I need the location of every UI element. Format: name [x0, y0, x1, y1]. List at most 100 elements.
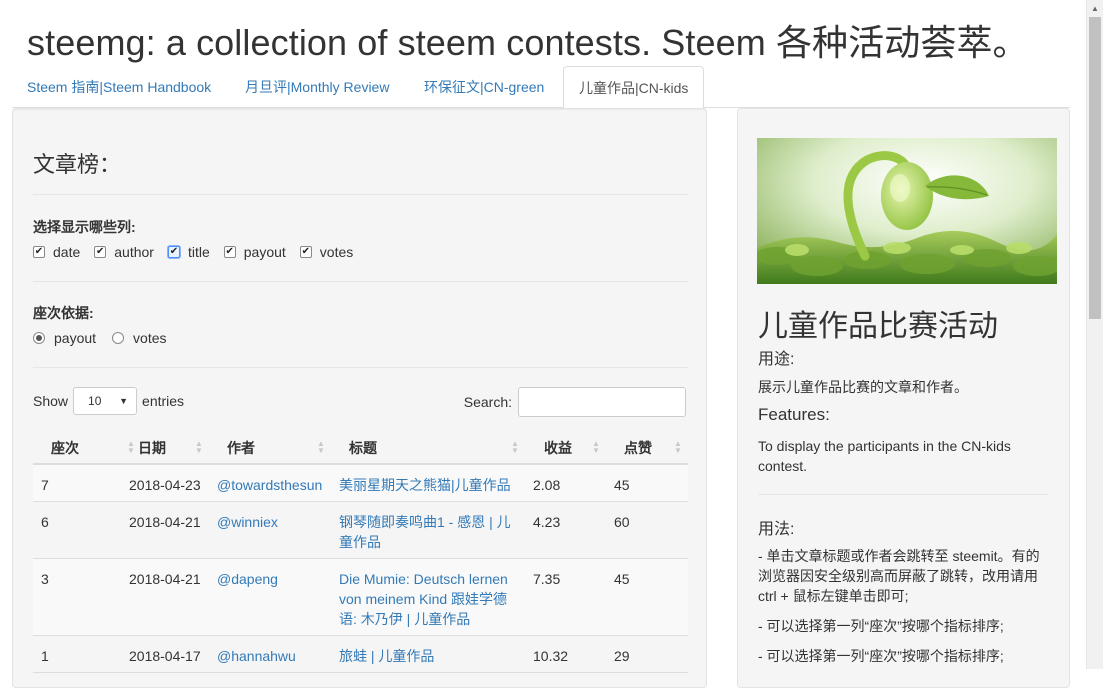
author-link[interactable]: @hannahwu — [217, 646, 296, 666]
cell-votes: 45 — [614, 477, 630, 493]
sort-icon: ▲ ▼ — [674, 439, 682, 455]
tab-cn-kids[interactable]: 儿童作品|CN-kids — [563, 66, 705, 109]
columns-label: 选择显示哪些列: — [33, 219, 136, 235]
entries-select[interactable]: 10 ▼ — [73, 387, 138, 415]
tab-steem-handbook[interactable]: Steem 指南|Steem Handbook — [12, 66, 226, 108]
features-text: To display the participants in the CN-ki… — [758, 438, 1011, 474]
usage-item: - 可以选择第一列“座次”按哪个指标排序; — [758, 618, 1004, 634]
features-label: Features: — [758, 405, 830, 424]
cell-payout: 4.23 — [533, 514, 561, 530]
column-header-payout[interactable]: 收益 — [544, 431, 572, 465]
scroll-up-icon[interactable]: ▲ — [1087, 0, 1103, 17]
cell-votes: 45 — [614, 571, 630, 587]
cell-votes: 60 — [614, 514, 630, 530]
radio-payout[interactable]: payout — [33, 330, 96, 346]
author-link[interactable]: @dapeng — [217, 569, 278, 589]
cell-date: 2018-04-17 — [129, 648, 201, 664]
scrollbar-thumb[interactable] — [1089, 17, 1101, 319]
checkbox-title[interactable]: ✔ title — [167, 244, 210, 260]
ranking-panel: 文章榜： 选择显示哪些列: ✔ date ✔ author ✔ title ✔ payo… — [12, 108, 707, 688]
checkbox-label: author — [114, 244, 154, 260]
entries-length-control: Show 10 ▼ entries — [33, 387, 184, 415]
sort-icon: ▲ ▼ — [317, 439, 325, 455]
cell-votes: 29 — [614, 648, 630, 664]
table-row: 7 2018-04-23 @towardsthesun 美丽星期天之熊猫|儿童作… — [33, 465, 688, 502]
purpose-text: 展示儿童作品比赛的文章和作者。 — [758, 379, 968, 395]
checkbox-icon[interactable]: ✔ — [94, 246, 107, 258]
search-input[interactable] — [518, 387, 686, 417]
checkbox-label: votes — [319, 244, 354, 260]
column-header-votes[interactable]: 点赞 — [624, 431, 652, 465]
checkbox-icon[interactable]: ✔ — [33, 246, 45, 258]
column-header-rank[interactable]: 座次 — [51, 431, 79, 465]
title-link[interactable]: 钢琴随即奏鸣曲1 - 感恩 | 儿童作品 — [339, 512, 517, 552]
show-label: Show — [33, 393, 69, 409]
checkbox-payout[interactable]: ✔ payout — [223, 244, 286, 260]
radio-votes[interactable]: votes — [112, 330, 167, 346]
section-title: 文章榜： — [33, 152, 122, 177]
checkbox-votes[interactable]: ✔ votes — [299, 244, 354, 260]
tab-monthly-review[interactable]: 月旦评|Monthly Review — [230, 66, 404, 108]
cell-rank: 1 — [41, 648, 49, 664]
cell-payout: 2.08 — [533, 477, 561, 493]
checkbox-icon[interactable]: ✔ — [299, 246, 312, 258]
checkbox-author[interactable]: ✔ author — [94, 244, 154, 260]
title-link[interactable]: 美丽星期天之熊猫|儿童作品 — [339, 475, 517, 495]
cell-rank: 3 — [41, 571, 49, 587]
search-label: Search: — [463, 394, 512, 410]
cell-payout: 7.35 — [533, 571, 561, 587]
tab-bar: Steem 指南|Steem Handbook 月旦评|Monthly Revi… — [12, 66, 1070, 109]
caret-down-icon: ▼ — [119, 396, 129, 406]
usage-item: - 可以选择第一列“座次”按哪个指标排序; — [758, 648, 1004, 664]
cell-rank: 7 — [41, 477, 49, 493]
checkbox-label: date — [53, 244, 81, 260]
column-checkboxes: ✔ date ✔ author ✔ title ✔ payout ✔ votes — [33, 243, 367, 261]
cell-date: 2018-04-21 — [129, 571, 201, 587]
divider — [33, 194, 688, 195]
sort-icon: ▲ ▼ — [195, 439, 203, 455]
table-row: 1 2018-04-17 @hannahwu 旅蛙 | 儿童作品 10.32 2… — [33, 636, 688, 673]
entries-label: entries — [142, 393, 185, 409]
entries-select-value: 10 — [88, 394, 102, 408]
column-header-title[interactable]: 标题 — [349, 431, 377, 465]
radio-icon[interactable] — [112, 332, 125, 344]
checkbox-icon[interactable]: ✔ — [223, 246, 236, 258]
cell-payout: 10.32 — [533, 648, 569, 664]
sort-icon: ▲ ▼ — [592, 439, 600, 455]
checkbox-label: title — [187, 244, 210, 260]
tab-cn-green[interactable]: 环保征文|CN-green — [409, 66, 559, 108]
ranking-table: 座次 ▲ ▼ 日期 ▲ ▼ 作者 ▲ ▼ 标题 ▲ ▼ 收益 ▲ ▼ 点赞 ▲ ▼ 7 20… — [33, 431, 688, 673]
sort-icon: ▲ ▼ — [511, 439, 519, 455]
vertical-scrollbar[interactable]: ▲ — [1086, 0, 1103, 669]
divider — [33, 281, 688, 282]
radio-label: payout — [54, 330, 97, 346]
divider — [33, 367, 688, 368]
cell-date: 2018-04-21 — [129, 514, 201, 530]
page-title: steemg: a collection of steem contests. … — [27, 22, 1029, 63]
author-link[interactable]: @towardsthesun — [217, 475, 322, 495]
column-header-date[interactable]: 日期 — [138, 431, 166, 465]
radio-label: votes — [133, 330, 167, 346]
column-header-author[interactable]: 作者 — [227, 431, 255, 465]
divider — [758, 494, 1048, 495]
radio-icon[interactable] — [33, 332, 45, 344]
author-link[interactable]: @winniex — [217, 512, 278, 532]
table-search: Search: — [464, 387, 686, 417]
checkbox-date[interactable]: ✔ date — [33, 244, 80, 260]
sort-icon: ▲ ▼ — [127, 439, 135, 455]
title-link[interactable]: Die Mumie: Deutsch lernen von meinem Kind… — [339, 569, 521, 629]
purpose-label: 用途: — [758, 351, 795, 368]
usage-item: - 单击文章标题或作者会跳转至 steemit。有的浏览器因安全级别高而屏蔽了跳… — [758, 548, 1040, 604]
usage-label: 用法: — [758, 521, 795, 538]
sidebar-title: 儿童作品比赛活动 — [758, 309, 998, 344]
table-row: 6 2018-04-21 @winniex 钢琴随即奏鸣曲1 - 感恩 | 儿童… — [33, 502, 688, 559]
rank-radios: payout votes — [33, 329, 183, 347]
checkbox-icon[interactable]: ✔ — [167, 246, 180, 258]
rank-basis-label: 座次依据: — [33, 305, 94, 321]
table-header: 座次 ▲ ▼ 日期 ▲ ▼ 作者 ▲ ▼ 标题 ▲ ▼ 收益 ▲ ▼ 点赞 ▲ ▼ — [33, 431, 688, 465]
table-row: 3 2018-04-21 @dapeng Die Mumie: Deutsch … — [33, 559, 688, 636]
title-link[interactable]: 旅蛙 | 儿童作品 — [339, 646, 517, 666]
seedling-image — [757, 138, 1057, 284]
cell-date: 2018-04-23 — [129, 477, 201, 493]
checkbox-label: payout — [243, 244, 286, 260]
